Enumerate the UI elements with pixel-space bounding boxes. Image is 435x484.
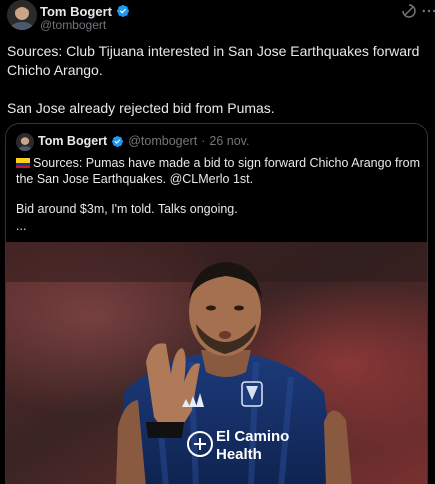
- quote-date[interactable]: 26 nov.: [209, 134, 249, 148]
- quote-author-handle[interactable]: @tombogert: [128, 134, 197, 148]
- grok-icon[interactable]: [400, 2, 418, 20]
- quote-header: Tom Bogert @tombogert · 26 nov.: [38, 134, 249, 148]
- sponsor-text-line-1: El Camino: [216, 428, 289, 445]
- quote-author-name[interactable]: Tom Bogert: [38, 134, 107, 148]
- author-name[interactable]: Tom Bogert: [40, 4, 112, 19]
- author-name-row[interactable]: Tom Bogert: [40, 3, 130, 19]
- quote-line-2: Bid around $3m, I'm told. Talks ongoing.: [16, 202, 238, 216]
- quote-photo[interactable]: El Camino Health: [6, 242, 427, 484]
- quote-avatar[interactable]: [16, 133, 34, 151]
- tweet-text: Sources: Club Tijuana interested in San …: [7, 42, 422, 118]
- quote-text: Sources: Pumas have made a bid to sign f…: [16, 155, 420, 234]
- quoted-tweet[interactable]: Tom Bogert @tombogert · 26 nov. Sources:…: [5, 123, 428, 484]
- more-options-icon[interactable]: [420, 2, 435, 20]
- quote-line-1-text: Sources: Pumas have made a bid to sign f…: [16, 156, 421, 186]
- tweet-card: Tom Bogert @tombogert Sources: Club Tiju…: [0, 0, 435, 484]
- author-handle[interactable]: @tombogert: [40, 18, 106, 32]
- player-photo: El Camino Health: [6, 242, 427, 484]
- verified-badge-icon: [112, 135, 124, 147]
- verified-badge-icon: [117, 5, 129, 17]
- colombia-flag-icon: [16, 158, 30, 168]
- tweet-header: Tom Bogert @tombogert: [7, 0, 435, 34]
- quote-line-1: Sources: Pumas have made a bid to sign f…: [16, 155, 420, 187]
- quote-separator: ·: [201, 134, 206, 148]
- tweet-line-2: San Jose already rejected bid from Pumas…: [7, 100, 275, 116]
- sponsor-text-line-2: Health: [216, 446, 262, 463]
- avatar[interactable]: [7, 0, 37, 30]
- quote-line-3: ...: [16, 219, 27, 233]
- tweet-line-1: Sources: Club Tijuana interested in San …: [7, 43, 420, 78]
